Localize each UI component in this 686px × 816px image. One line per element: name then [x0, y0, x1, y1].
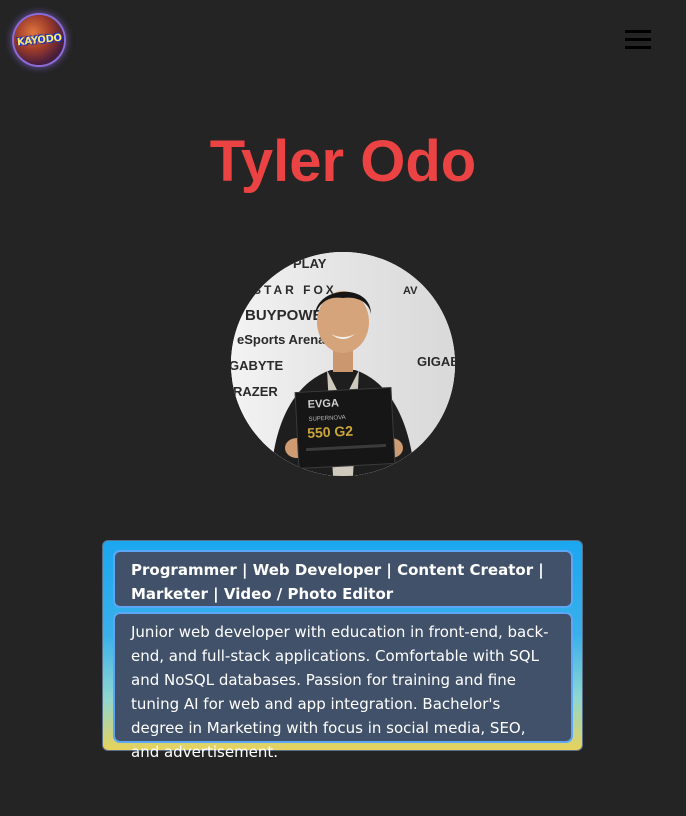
photo-logo: AV: [403, 285, 418, 297]
bio-box: Junior web developer with education in f…: [113, 612, 573, 761]
menu-bar: [625, 38, 651, 41]
hamburger-menu-icon[interactable]: [620, 26, 656, 54]
photo-logo: eSports Arena: [237, 332, 326, 347]
photo-logo: GIGABYTE: [417, 354, 455, 369]
profile-photo: PLAY STAR FOX BUYPOWER eSports Arena GAB…: [231, 252, 455, 476]
photo-logo: GABYTE: [231, 358, 284, 373]
roles-box: Programmer | Web Developer | Content Cre…: [113, 550, 573, 608]
photo-logo: PLAY: [293, 256, 327, 271]
photo-logo: STAR FOX: [253, 283, 337, 297]
bio-text: Junior web developer with education in f…: [131, 623, 549, 761]
photo-box-brand: EVGA: [307, 397, 339, 411]
menu-bar: [625, 30, 651, 33]
info-card: Programmer | Web Developer | Content Cre…: [102, 540, 583, 761]
page-title: Tyler Odo: [209, 129, 477, 194]
roles-text: Programmer | Web Developer | Content Cre…: [131, 561, 544, 603]
page: KAYODO Tyler Odo PLAY STAR FOX BUYPOWER …: [0, 0, 686, 816]
photo-box-model: 550 G2: [307, 423, 354, 441]
site-logo[interactable]: KAYODO: [14, 15, 64, 65]
menu-bar: [625, 46, 651, 49]
logo-text: KAYODO: [16, 32, 62, 48]
photo-logo: RAZER: [233, 384, 278, 399]
